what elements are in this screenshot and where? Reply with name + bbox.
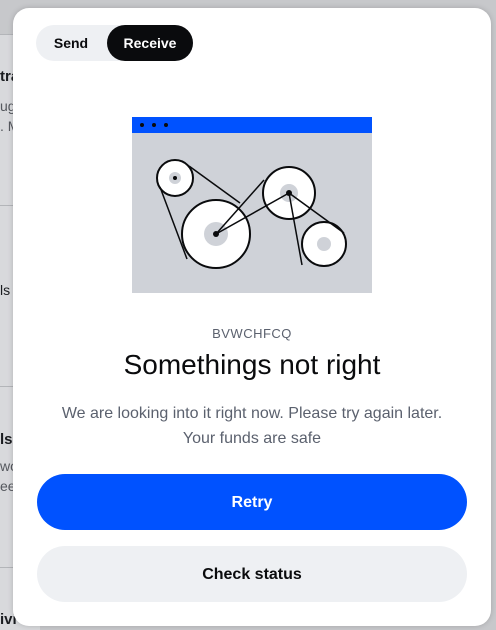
retry-button[interactable]: Retry (37, 474, 467, 530)
illustration-window-body (132, 117, 372, 293)
error-message: We are looking into it right now. Please… (33, 401, 471, 451)
gear-icon (156, 159, 194, 197)
error-title: Somethings not right (123, 349, 381, 380)
broken-gears-illustration (132, 117, 372, 293)
send-receive-toggle: Send Receive (36, 25, 193, 61)
background-text: ls (0, 431, 13, 448)
window-dot-icon (140, 123, 144, 127)
error-code: BVWCHFCQ (212, 326, 292, 341)
tab-send[interactable]: Send (36, 25, 106, 61)
window-dot-icon (164, 123, 168, 127)
background-text: ls (0, 282, 11, 298)
error-message-line: Your funds are safe (182, 430, 322, 447)
error-modal: Send Receive BVWCHFCQ Somethings not rig… (13, 8, 491, 626)
error-message-line: We are looking into it right now. Please… (61, 405, 443, 422)
check-status-button[interactable]: Check status (37, 546, 467, 602)
tab-receive[interactable]: Receive (107, 25, 193, 61)
window-dot-icon (152, 123, 156, 127)
gear-icon (301, 221, 347, 267)
